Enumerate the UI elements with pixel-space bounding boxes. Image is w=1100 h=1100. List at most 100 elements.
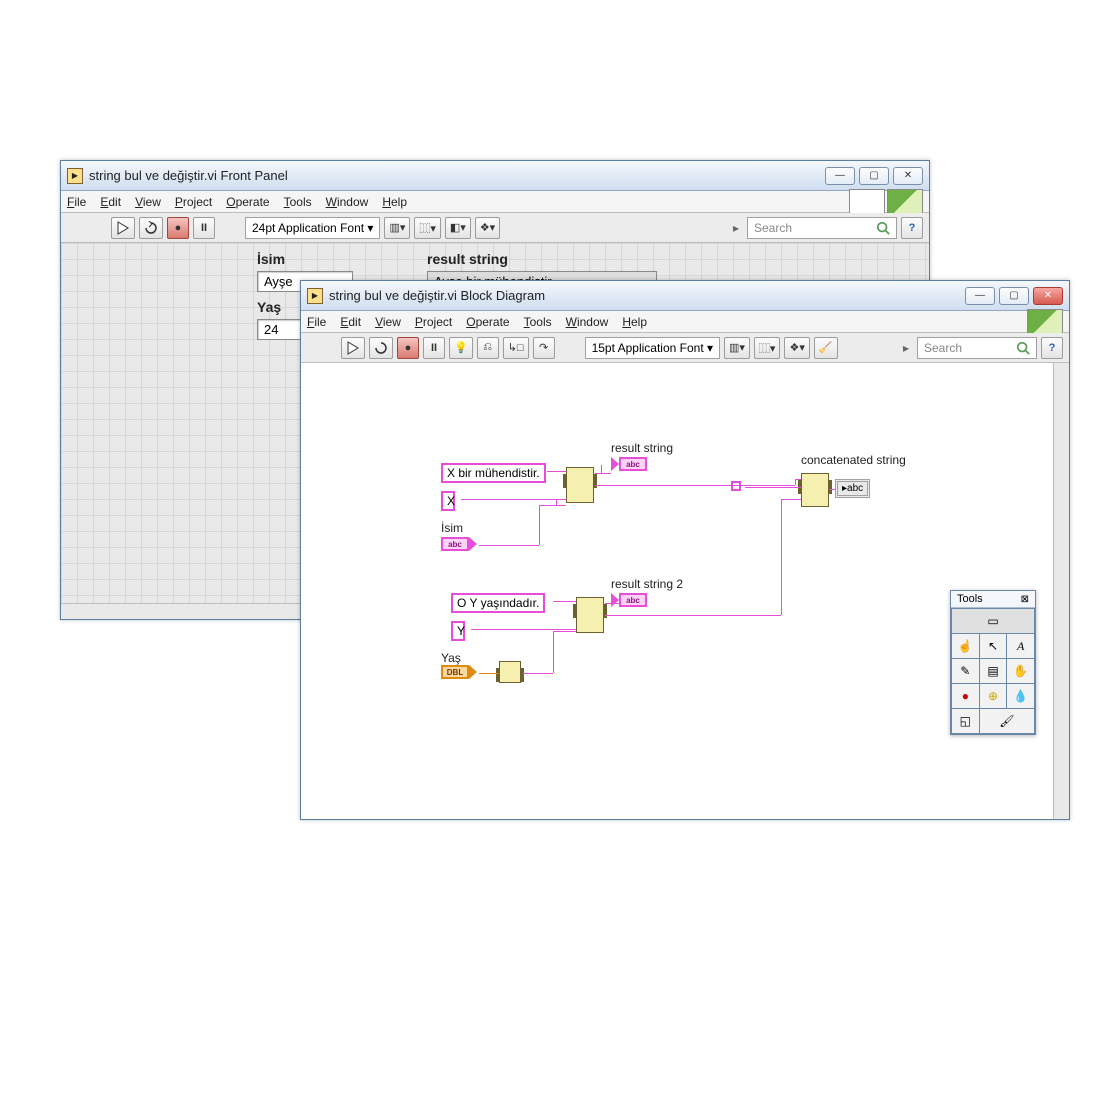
- help-button[interactable]: ?: [901, 217, 923, 239]
- search-replace-node-1[interactable]: [566, 467, 594, 503]
- tool-operate[interactable]: ☝: [952, 634, 979, 658]
- menu-edit[interactable]: Edit: [340, 315, 361, 329]
- abort-button[interactable]: ●: [167, 217, 189, 239]
- string-constant-y[interactable]: Y: [451, 621, 465, 641]
- tool-text[interactable]: A: [1007, 634, 1034, 658]
- cleanup-button[interactable]: 🧹: [814, 337, 838, 359]
- search-input[interactable]: Search: [917, 337, 1037, 359]
- vi-icon[interactable]: [1027, 309, 1063, 335]
- close-button[interactable]: ✕: [893, 167, 923, 185]
- distribute-button[interactable]: ⿲▾: [414, 217, 441, 239]
- scrollbar-vertical[interactable]: [1053, 363, 1069, 819]
- label-yas: Yaş: [441, 651, 461, 665]
- wire: [461, 499, 566, 500]
- tool-shortcut[interactable]: ▤: [980, 659, 1007, 683]
- string-constant-1[interactable]: X bir mühendistir.: [441, 463, 546, 483]
- string-constant-empty[interactable]: [731, 481, 741, 491]
- reorder-button[interactable]: ❖▾: [475, 217, 500, 239]
- align-button[interactable]: ▥▾: [724, 337, 750, 359]
- front-panel-title: string bul ve değiştir.vi Front Panel: [89, 168, 825, 183]
- vi-icon[interactable]: [887, 189, 923, 215]
- label-result1: result string: [611, 441, 673, 455]
- tools-close-icon[interactable]: ⊠: [1021, 594, 1029, 605]
- label-concat: concatenated string: [801, 453, 906, 467]
- control-terminal-isim[interactable]: abc: [441, 537, 477, 551]
- menu-help[interactable]: Help: [622, 315, 647, 329]
- menu-tools[interactable]: Tools: [284, 195, 312, 209]
- concatenate-strings-node[interactable]: [801, 473, 829, 507]
- menu-window[interactable]: Window: [566, 315, 609, 329]
- search-placeholder: Search: [754, 221, 792, 235]
- search-icon: [876, 221, 890, 235]
- menu-operate[interactable]: Operate: [466, 315, 509, 329]
- run-continuous-button[interactable]: [369, 337, 393, 359]
- search-icon: [1016, 341, 1030, 355]
- indicator-terminal-result2[interactable]: abc: [611, 593, 647, 607]
- maximize-button[interactable]: ▢: [859, 167, 889, 185]
- abort-button[interactable]: ●: [397, 337, 419, 359]
- tool-color-a[interactable]: ◱: [952, 709, 979, 733]
- control-terminal-yas[interactable]: DBL: [441, 665, 477, 679]
- pause-button[interactable]: II: [423, 337, 445, 359]
- menu-operate[interactable]: Operate: [226, 195, 269, 209]
- font-selector[interactable]: 24pt Application Font ▾: [245, 217, 380, 239]
- align-button[interactable]: ▥▾: [384, 217, 410, 239]
- highlight-exec-button[interactable]: 💡: [449, 337, 473, 359]
- label-result2: result string 2: [611, 577, 683, 591]
- minimize-button[interactable]: —: [965, 287, 995, 305]
- resize-button[interactable]: ◧▾: [445, 217, 471, 239]
- tools-palette[interactable]: Tools ⊠ ▭ ☝ ↖ A ✎ ▤ ✋ ● ⊕ 💧 ◱ 🖌: [950, 590, 1036, 735]
- tool-auto[interactable]: ▭: [952, 609, 1034, 633]
- distribute-button[interactable]: ⿲▾: [754, 337, 781, 359]
- tool-scroll[interactable]: ✋: [1007, 659, 1034, 683]
- maximize-button[interactable]: ▢: [999, 287, 1029, 305]
- menu-tools[interactable]: Tools: [524, 315, 552, 329]
- tool-wiring[interactable]: ✎: [952, 659, 979, 683]
- menu-project[interactable]: Project: [175, 195, 212, 209]
- tool-probe[interactable]: ⊕: [980, 684, 1007, 708]
- menu-view[interactable]: View: [135, 195, 161, 209]
- run-button[interactable]: [111, 217, 135, 239]
- tool-position[interactable]: ↖: [980, 634, 1007, 658]
- menu-file[interactable]: File: [67, 195, 86, 209]
- run-continuous-button[interactable]: [139, 217, 163, 239]
- tool-color-b[interactable]: 🖌: [980, 709, 1034, 733]
- step-into-button[interactable]: ↳□: [503, 337, 529, 359]
- label-result1: result string: [427, 251, 508, 267]
- indicator-terminal-result1[interactable]: abc: [611, 457, 647, 471]
- number-to-string-node[interactable]: [499, 661, 521, 683]
- step-over-button[interactable]: ↷: [533, 337, 555, 359]
- connector-pane-icon[interactable]: [849, 189, 885, 215]
- labview-icon: ▶: [67, 168, 83, 184]
- font-selector[interactable]: 15pt Application Font ▾: [585, 337, 720, 359]
- menu-help[interactable]: Help: [382, 195, 407, 209]
- close-button[interactable]: ✕: [1033, 287, 1063, 305]
- block-diagram-titlebar[interactable]: ▶ string bul ve değiştir.vi Block Diagra…: [301, 281, 1069, 311]
- string-constant-x[interactable]: X: [441, 491, 455, 511]
- menu-project[interactable]: Project: [415, 315, 452, 329]
- indicator-concat[interactable]: ▸abc: [835, 479, 870, 498]
- search-input[interactable]: Search: [747, 217, 897, 239]
- labview-icon: ▶: [307, 288, 323, 304]
- front-panel-menubar: File Edit View Project Operate Tools Win…: [61, 191, 929, 213]
- string-constant-3[interactable]: O Y yaşındadır.: [451, 593, 545, 613]
- reorder-button[interactable]: ❖▾: [784, 337, 809, 359]
- front-panel-titlebar[interactable]: ▶ string bul ve değiştir.vi Front Panel …: [61, 161, 929, 191]
- menu-edit[interactable]: Edit: [100, 195, 121, 209]
- menu-window[interactable]: Window: [326, 195, 369, 209]
- tool-breakpoint[interactable]: ●: [952, 684, 979, 708]
- label-isim: İsim: [441, 521, 463, 535]
- label-yas: Yaş: [257, 299, 281, 315]
- menu-view[interactable]: View: [375, 315, 401, 329]
- block-diagram-menubar: File Edit View Project Operate Tools Win…: [301, 311, 1069, 333]
- retain-wire-button[interactable]: ⎌: [477, 337, 499, 359]
- help-button[interactable]: ?: [1041, 337, 1063, 359]
- search-replace-node-2[interactable]: [576, 597, 604, 633]
- menu-file[interactable]: File: [307, 315, 326, 329]
- abc-icon: abc: [441, 537, 469, 551]
- tool-color-copy[interactable]: 💧: [1007, 684, 1034, 708]
- pause-button[interactable]: II: [193, 217, 215, 239]
- dbl-icon: DBL: [441, 665, 469, 679]
- minimize-button[interactable]: —: [825, 167, 855, 185]
- run-button[interactable]: [341, 337, 365, 359]
